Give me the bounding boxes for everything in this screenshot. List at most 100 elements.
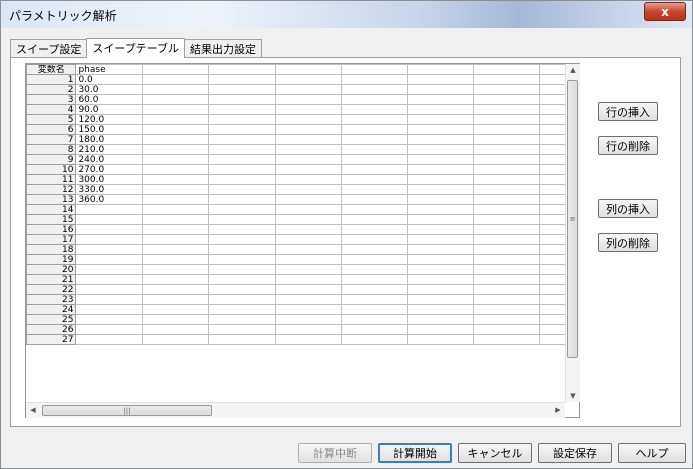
- grid-cell[interactable]: [208, 254, 276, 265]
- grid-cell[interactable]: [142, 204, 210, 215]
- grid-cell[interactable]: [340, 174, 408, 185]
- grid-cell[interactable]: [274, 84, 342, 95]
- phase-value-cell[interactable]: 360.0: [75, 194, 144, 205]
- grid-cell[interactable]: [406, 314, 474, 325]
- grid-cell[interactable]: [340, 104, 408, 115]
- grid-cell[interactable]: [472, 94, 541, 105]
- grid-cell[interactable]: [406, 104, 474, 115]
- phase-value-cell[interactable]: [75, 324, 144, 335]
- grid-cell[interactable]: [142, 114, 210, 125]
- phase-value-cell[interactable]: [75, 274, 144, 285]
- insert-column-button[interactable]: 列の挿入: [598, 199, 658, 218]
- insert-row-button[interactable]: 行の挿入: [598, 102, 658, 121]
- grid-cell[interactable]: [274, 154, 342, 165]
- grid-cell[interactable]: [340, 334, 408, 345]
- save-settings-button[interactable]: 設定保存: [538, 443, 612, 463]
- phase-value-cell[interactable]: 300.0: [75, 174, 144, 185]
- sweep-grid[interactable]: 変数名 phase 1 0.0 2 30.0 3 60.0 4 90.0 5 120.0 6 150.…: [26, 64, 579, 345]
- grid-cell[interactable]: [472, 124, 541, 135]
- grid-cell[interactable]: [406, 74, 474, 85]
- grid-cell[interactable]: [406, 334, 474, 345]
- grid-cell[interactable]: [340, 114, 408, 125]
- grid-cell[interactable]: [142, 254, 210, 265]
- grid-cell[interactable]: [208, 274, 276, 285]
- grid-cell[interactable]: [274, 164, 342, 175]
- grid-cell[interactable]: [472, 214, 541, 225]
- horizontal-scroll-thumb[interactable]: |||: [42, 405, 212, 416]
- grid-cell[interactable]: [340, 264, 408, 275]
- grid-cell[interactable]: [406, 154, 474, 165]
- row-number[interactable]: 8: [26, 144, 77, 155]
- grid-cell[interactable]: [406, 174, 474, 185]
- grid-cell[interactable]: [208, 314, 276, 325]
- grid-cell[interactable]: [208, 94, 276, 105]
- grid-cell[interactable]: [208, 144, 276, 155]
- grid-cell[interactable]: [208, 234, 276, 245]
- grid-cell[interactable]: [274, 124, 342, 135]
- grid-cell[interactable]: [208, 334, 276, 345]
- grid-cell[interactable]: [406, 84, 474, 95]
- phase-value-cell[interactable]: 60.0: [75, 94, 144, 105]
- phase-value-cell[interactable]: 330.0: [75, 184, 144, 195]
- grid-cell[interactable]: [208, 284, 276, 295]
- grid-cell[interactable]: [340, 254, 408, 265]
- phase-value-cell[interactable]: 150.0: [75, 124, 144, 135]
- grid-cell[interactable]: [472, 314, 541, 325]
- grid-cell[interactable]: [472, 204, 541, 215]
- grid-cell[interactable]: [274, 234, 342, 245]
- grid-cell[interactable]: [472, 114, 541, 125]
- grid-cell[interactable]: [274, 224, 342, 235]
- grid-cell[interactable]: [406, 114, 474, 125]
- grid-cell[interactable]: [274, 264, 342, 275]
- phase-value-cell[interactable]: 120.0: [75, 114, 144, 125]
- grid-cell[interactable]: [340, 154, 408, 165]
- grid-cell[interactable]: [406, 164, 474, 175]
- cancel-button[interactable]: キャンセル: [458, 443, 532, 463]
- grid-cell[interactable]: [406, 234, 474, 245]
- grid-cell[interactable]: [406, 244, 474, 255]
- grid-cell[interactable]: [472, 224, 541, 235]
- grid-cell[interactable]: [142, 294, 210, 305]
- grid-cell[interactable]: [142, 304, 210, 315]
- grid-cell[interactable]: [142, 324, 210, 335]
- grid-cell[interactable]: [274, 184, 342, 195]
- grid-cell[interactable]: [340, 74, 408, 85]
- phase-value-cell[interactable]: 240.0: [75, 154, 144, 165]
- grid-cell[interactable]: [208, 134, 276, 145]
- scroll-left-icon[interactable]: ◀: [26, 406, 40, 414]
- row-number[interactable]: 20: [26, 264, 77, 275]
- row-number[interactable]: 23: [26, 294, 77, 305]
- grid-cell[interactable]: [208, 214, 276, 225]
- row-number[interactable]: 21: [26, 274, 77, 285]
- grid-cell[interactable]: [472, 84, 541, 95]
- grid-cell[interactable]: [340, 124, 408, 135]
- phase-value-cell[interactable]: 90.0: [75, 104, 144, 115]
- grid-cell[interactable]: [142, 94, 210, 105]
- delete-row-button[interactable]: 行の削除: [598, 136, 658, 155]
- grid-cell[interactable]: [208, 194, 276, 205]
- phase-value-cell[interactable]: [75, 314, 144, 325]
- grid-cell[interactable]: [406, 94, 474, 105]
- phase-value-cell[interactable]: [75, 334, 144, 345]
- vertical-scrollbar[interactable]: ▲ ≡ ▼: [565, 64, 580, 402]
- row-number[interactable]: 27: [26, 334, 77, 345]
- start-calculation-button[interactable]: 計算開始: [378, 443, 452, 463]
- grid-cell[interactable]: [274, 304, 342, 315]
- phase-value-cell[interactable]: [75, 284, 144, 295]
- grid-cell[interactable]: [142, 164, 210, 175]
- column-header[interactable]: [340, 64, 408, 75]
- row-number[interactable]: 18: [26, 244, 77, 255]
- row-number[interactable]: 1: [26, 74, 77, 85]
- column-header[interactable]: [208, 64, 276, 75]
- grid-cell[interactable]: [274, 204, 342, 215]
- grid-cell[interactable]: [208, 124, 276, 135]
- grid-cell[interactable]: [142, 144, 210, 155]
- stop-calculation-button[interactable]: 計算中断: [298, 443, 372, 463]
- grid-cell[interactable]: [208, 184, 276, 195]
- row-number[interactable]: 6: [26, 124, 77, 135]
- grid-cell[interactable]: [472, 144, 541, 155]
- grid-cell[interactable]: [274, 134, 342, 145]
- row-number[interactable]: 14: [26, 204, 77, 215]
- phase-value-cell[interactable]: [75, 294, 144, 305]
- grid-cell[interactable]: [208, 264, 276, 275]
